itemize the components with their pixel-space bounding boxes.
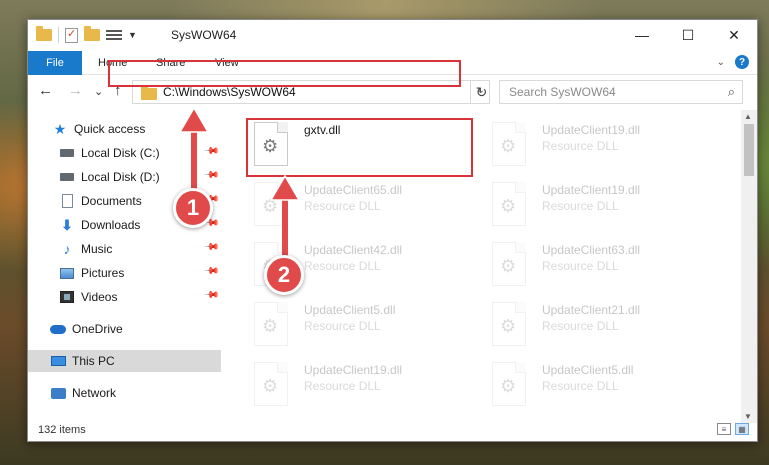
annotation-arrows (178, 106, 301, 258)
arrow-2 (269, 174, 301, 258)
step-badge-2: 2 (264, 255, 304, 295)
step-badge-1: 1 (173, 188, 213, 228)
arrow-1 (178, 106, 210, 194)
